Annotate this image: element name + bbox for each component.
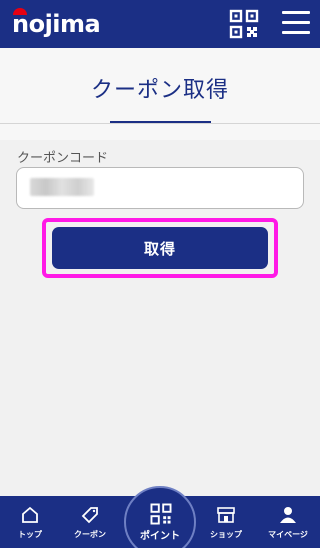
get-coupon-button[interactable]: 取得 <box>52 227 268 269</box>
nav-item-shop[interactable]: ショップ <box>196 496 256 548</box>
nav-label-shop: ショップ <box>210 530 242 539</box>
person-icon <box>279 506 297 528</box>
coupon-tag-icon <box>80 506 100 528</box>
hamburger-menu-icon[interactable] <box>282 11 310 35</box>
nav-label-mypage: マイページ <box>268 530 308 539</box>
nav-item-coupon[interactable]: クーポン <box>60 496 120 548</box>
nojima-logo[interactable]: nojima <box>12 8 101 38</box>
coupon-code-label: クーポンコード <box>17 151 109 166</box>
logo-accent <box>13 8 27 15</box>
qr-code-icon <box>150 503 172 529</box>
shop-icon <box>216 506 236 528</box>
home-icon <box>21 506 39 528</box>
section-divider <box>0 123 320 124</box>
redacted-code-text <box>30 178 94 196</box>
nav-label-coupon: クーポン <box>74 530 106 539</box>
nav-item-top[interactable]: トップ <box>0 496 60 548</box>
qr-code-icon[interactable] <box>229 9 259 39</box>
nav-item-mypage[interactable]: マイページ <box>258 496 318 548</box>
app-header: nojima <box>0 0 320 48</box>
nav-label-top: トップ <box>18 530 42 539</box>
page-title: クーポン取得 <box>90 78 229 103</box>
nav-label-point: ポイント <box>140 531 180 542</box>
